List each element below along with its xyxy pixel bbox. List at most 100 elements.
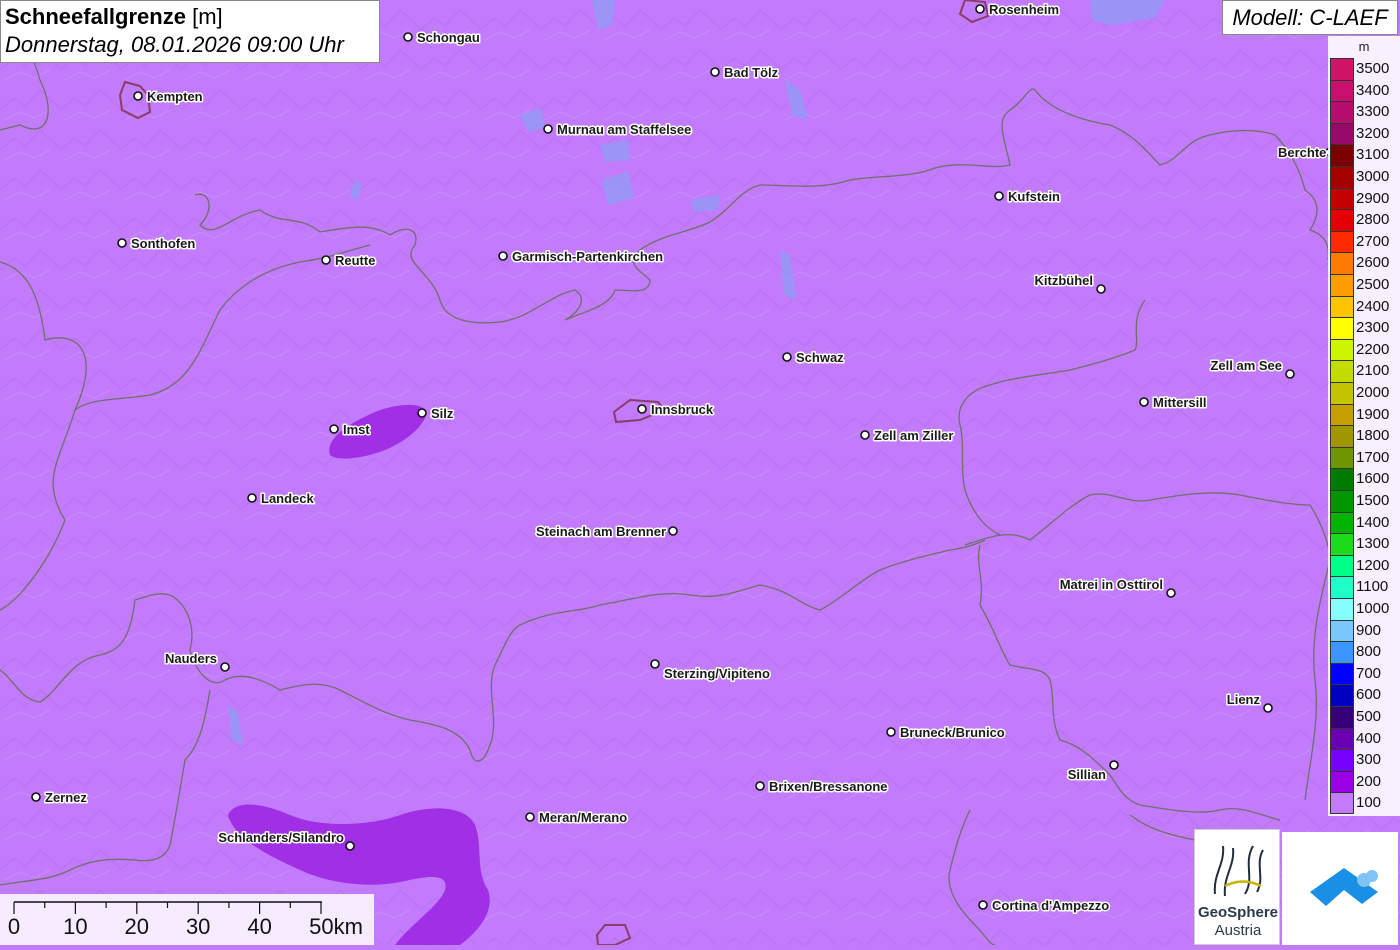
legend-label: 400 — [1356, 729, 1382, 747]
city-dot — [417, 408, 427, 418]
legend-entry: 400 — [1328, 727, 1400, 750]
legend-entry: 2000 — [1328, 382, 1400, 404]
city-dot — [1166, 588, 1176, 598]
city-dot — [975, 4, 985, 14]
city-label: Sonthofen — [131, 236, 195, 251]
city-label: Schlanders/Silandro — [218, 830, 344, 845]
geosphere-logo-icon — [1213, 845, 1264, 897]
legend-entry: 3500 — [1328, 58, 1400, 80]
legend-entry: 1900 — [1328, 403, 1400, 426]
legend-entry: 1600 — [1328, 468, 1400, 490]
geosphere-logo[interactable]: GeoSphere Austria — [1194, 829, 1280, 945]
city-label: Imst — [343, 422, 370, 437]
scale-label: 50km — [309, 914, 363, 939]
city-dot — [994, 191, 1004, 201]
city-dot — [525, 812, 535, 822]
city-dot — [329, 424, 339, 434]
map-title-unit: [m] — [192, 4, 223, 29]
legend-entry: 300 — [1328, 749, 1400, 771]
legend-swatch — [1330, 144, 1354, 166]
legend-swatch — [1330, 425, 1354, 447]
city-label: Sterzing/Vipiteno — [664, 666, 770, 681]
city-label: Matrei in Osttirol — [1060, 577, 1163, 592]
legend-label: 3000 — [1356, 168, 1390, 185]
legend-swatch — [1330, 792, 1354, 814]
legend-swatch — [1330, 252, 1354, 274]
scale-label: 0 — [7, 914, 21, 939]
legend-swatch — [1330, 403, 1354, 426]
legend-entry: 3300 — [1328, 101, 1400, 123]
city-label: Schongau — [417, 30, 480, 45]
legend-label: 2600 — [1356, 254, 1390, 272]
legend-entry: 2100 — [1328, 360, 1400, 382]
legend-swatch — [1330, 727, 1354, 750]
legend-label: 2300 — [1356, 319, 1390, 337]
legend-label: 1900 — [1356, 405, 1390, 423]
city-dot — [498, 251, 508, 261]
legend-entry: 2200 — [1328, 338, 1400, 361]
legend-swatch — [1330, 166, 1354, 188]
legend-swatch — [1330, 295, 1354, 318]
logo-text-line2: Austria — [1214, 922, 1262, 939]
city-dot — [543, 124, 553, 134]
city-marker[interactable]: Garmisch-Partenkirchen — [498, 248, 665, 266]
color-legend: m 3500 3400 3300 3200 3100 3000 2900 2800 2700 26… — [1328, 36, 1400, 816]
legend-swatch — [1330, 274, 1354, 296]
city-label: Mittersill — [1153, 395, 1206, 410]
legend-swatch — [1330, 554, 1354, 577]
legend-swatch — [1330, 122, 1354, 145]
city-dot — [637, 404, 647, 414]
legend-label: 2200 — [1356, 340, 1390, 358]
legend-entry: 3200 — [1328, 122, 1400, 145]
city-marker[interactable]: Murnau am Staffelsee — [543, 121, 693, 139]
city-dot — [886, 727, 896, 737]
city-dot — [668, 526, 678, 536]
legend-entry: 1400 — [1328, 511, 1400, 534]
city-dot — [1109, 760, 1119, 770]
legend-label: 3100 — [1356, 146, 1390, 164]
legend-swatch — [1330, 598, 1354, 620]
city-label: Bad Tölz — [724, 65, 779, 80]
legend-label: 1800 — [1356, 427, 1390, 445]
legend-entry: 100 — [1328, 792, 1400, 814]
city-marker[interactable]: Cortina d'Ampezzo — [978, 897, 1111, 915]
city-marker[interactable]: Steinach am Brenner — [534, 523, 678, 541]
city-dot — [345, 841, 355, 851]
city-marker[interactable]: Zell am Ziller — [860, 427, 955, 445]
city-marker[interactable]: Rosenheim — [975, 1, 1061, 19]
city-dot — [1096, 284, 1106, 294]
legend-label: 500 — [1356, 708, 1382, 725]
city-label: Reutte — [335, 253, 375, 268]
legend-entry: 2900 — [1328, 187, 1400, 210]
city-label: Rosenheim — [989, 2, 1059, 17]
legend-entry: 1500 — [1328, 490, 1400, 512]
city-label: Zell am See — [1210, 358, 1282, 373]
app-logo[interactable] — [1282, 832, 1398, 945]
city-marker[interactable]: Meran/Merano — [525, 809, 629, 827]
city-label: Zernez — [45, 790, 87, 805]
city-dot — [1139, 397, 1149, 407]
legend-swatch — [1330, 187, 1354, 210]
snowfall-limit-map[interactable]: Rosenheim Schongau Kempten Bad Tölz Murnau a… — [0, 0, 1400, 945]
legend-swatch — [1330, 490, 1354, 512]
city-label: Cortina d'Ampezzo — [992, 898, 1109, 913]
legend-entry: 900 — [1328, 619, 1400, 642]
legend-swatch — [1330, 662, 1354, 685]
legend-entry: 1200 — [1328, 554, 1400, 577]
city-marker[interactable]: Bruneck/Brunico — [886, 724, 1006, 742]
city-marker[interactable]: Brixen/Bressanone — [755, 778, 889, 796]
legend-swatch — [1330, 230, 1354, 253]
legend-label: 3200 — [1356, 124, 1390, 142]
legend-entry: 3000 — [1328, 166, 1400, 188]
scale-ticks — [13, 902, 322, 914]
legend-swatch — [1330, 338, 1354, 361]
city-marker[interactable]: Berchte — [1277, 144, 1335, 162]
city-label: Nauders — [165, 651, 217, 666]
legend-label: 1200 — [1356, 556, 1390, 574]
legend-label: 100 — [1356, 794, 1382, 812]
legend-label: 2700 — [1356, 232, 1390, 250]
legend-entry: 1700 — [1328, 446, 1400, 469]
legend-entry: 2700 — [1328, 230, 1400, 253]
city-label: Steinach am Brenner — [536, 524, 666, 539]
legend-swatch — [1330, 446, 1354, 469]
